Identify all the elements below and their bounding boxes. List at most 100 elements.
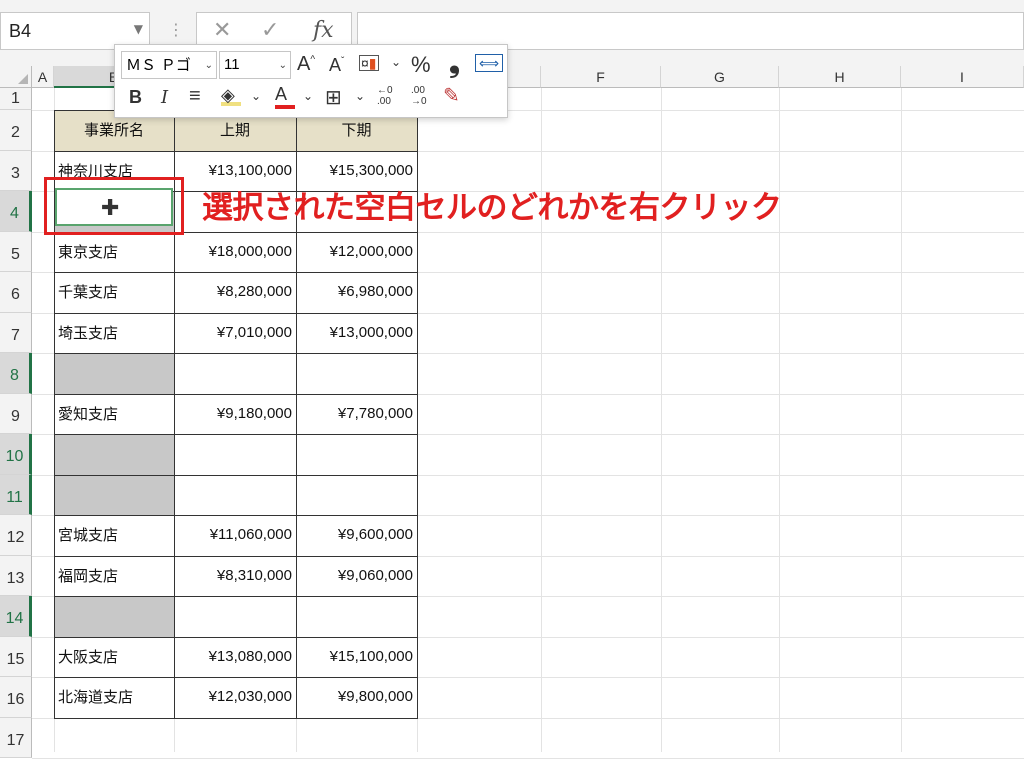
chevron-down-icon[interactable]: ⌄ (251, 89, 261, 103)
table-border (54, 312, 418, 314)
table-border (54, 150, 418, 152)
row-header-2[interactable]: 2 (0, 110, 32, 151)
row-header-5[interactable]: 5 (0, 231, 32, 272)
row-header-11[interactable]: 11 (0, 474, 32, 515)
font-size-dropdown[interactable]: 11 ⌄ (219, 51, 291, 79)
column-header-a[interactable]: A (32, 66, 54, 88)
first-half-cell[interactable]: ¥7,010,000 (174, 313, 296, 354)
font-color-icon[interactable]: A (275, 85, 295, 109)
bold-icon[interactable]: B (129, 87, 142, 108)
row-header-10[interactable]: 10 (0, 434, 32, 475)
column-header-i[interactable]: I (901, 66, 1024, 88)
row-header-13[interactable]: 13 (0, 555, 32, 596)
row-header-8[interactable]: 8 (0, 353, 32, 394)
row-header-16[interactable]: 16 (0, 677, 32, 718)
first-half-cell[interactable]: ¥9,180,000 (174, 394, 296, 435)
accounting-format-icon[interactable]: ¤▮ (359, 55, 379, 71)
percent-style-icon[interactable]: % (411, 52, 431, 78)
table-border (54, 474, 418, 476)
second-half-cell[interactable]: ¥6,980,000 (296, 272, 417, 313)
select-all-button[interactable] (0, 66, 32, 88)
office-name-cell[interactable]: 福岡支店 (54, 556, 174, 597)
name-box-value: B4 (9, 21, 32, 41)
borders-icon[interactable]: ⊞ (325, 85, 342, 110)
office-name-cell[interactable] (54, 596, 174, 637)
chevron-down-icon[interactable]: ⌄ (391, 55, 401, 69)
align-center-icon[interactable]: ≡ (189, 85, 201, 108)
second-half-cell[interactable] (296, 596, 417, 637)
second-half-cell[interactable]: ¥15,100,000 (296, 637, 417, 678)
chevron-down-icon[interactable]: ⌄ (205, 53, 213, 79)
second-half-cell[interactable] (296, 475, 417, 516)
office-name-cell[interactable]: 愛知支店 (54, 394, 174, 435)
table-border (54, 393, 418, 395)
enter-icon[interactable]: ✓ (261, 18, 279, 43)
insert-function-button[interactable]: fx (313, 18, 334, 43)
table-border (54, 636, 418, 638)
office-name-cell[interactable]: 大阪支店 (54, 637, 174, 678)
row-header-6[interactable]: 6 (0, 272, 32, 313)
increase-decimal-icon[interactable]: ←0 .00 (377, 85, 401, 107)
row-header-9[interactable]: 9 (0, 393, 32, 434)
second-half-cell[interactable]: ¥7,780,000 (296, 394, 417, 435)
office-name-cell[interactable]: 宮城支店 (54, 515, 174, 556)
office-name-cell[interactable]: 東京支店 (54, 232, 174, 273)
row-header-4[interactable]: 4 (0, 191, 32, 232)
second-half-cell[interactable]: ¥12,000,000 (296, 232, 417, 273)
second-half-cell[interactable]: ¥9,800,000 (296, 677, 417, 718)
second-half-cell[interactable]: ¥9,600,000 (296, 515, 417, 556)
first-half-cell[interactable]: ¥8,310,000 (174, 556, 296, 597)
row-header-1[interactable]: 1 (0, 88, 32, 110)
grow-font-label: A (297, 53, 311, 75)
merge-center-icon[interactable]: ⟺ (475, 54, 504, 72)
first-half-cell[interactable] (174, 596, 296, 637)
first-half-cell[interactable]: ¥8,280,000 (174, 272, 296, 313)
row-header-3[interactable]: 3 (0, 150, 32, 191)
shrink-font-icon[interactable]: Aˇ (329, 55, 344, 76)
font-color-letter: A (275, 84, 288, 104)
chevron-down-icon[interactable]: ⌄ (303, 89, 313, 103)
column-header-g[interactable]: G (661, 66, 779, 88)
column-header-h[interactable]: H (779, 66, 901, 88)
first-half-cell[interactable]: ¥18,000,000 (174, 232, 296, 273)
callout-highlight-box (44, 177, 184, 235)
table-border (54, 717, 418, 719)
grow-font-icon[interactable]: A^ (297, 53, 315, 76)
drag-handle-icon[interactable]: ⋮ (168, 20, 184, 39)
office-name-cell[interactable] (54, 434, 174, 475)
mini-toolbar: ＭＳ Ｐゴ ⌄ 11 ⌄ A^ Aˇ ¤▮ ⌄ % ❟ ⟺ B I ≡ ◈ ⌄ … (114, 44, 508, 118)
second-half-cell[interactable]: ¥13,000,000 (296, 313, 417, 354)
office-name-cell[interactable] (54, 353, 174, 394)
second-half-cell[interactable] (296, 434, 417, 475)
row-header-12[interactable]: 12 (0, 515, 32, 556)
table-border (54, 434, 418, 435)
font-name-value: ＭＳ Ｐゴ (126, 56, 191, 74)
decrease-decimal-icon[interactable]: .00 →0 (411, 85, 435, 107)
font-size-value: 11 (224, 56, 240, 73)
chevron-down-icon[interactable]: ⌄ (279, 53, 287, 79)
first-half-cell[interactable]: ¥13,080,000 (174, 637, 296, 678)
office-name-cell[interactable]: 埼玉支店 (54, 313, 174, 354)
column-header-f[interactable]: F (541, 66, 661, 88)
cancel-icon[interactable]: ✕ (213, 18, 231, 43)
fill-color-icon[interactable]: ◈ (221, 85, 241, 106)
format-painter-icon[interactable]: ✎ (443, 83, 460, 108)
first-half-cell[interactable]: ¥12,030,000 (174, 677, 296, 718)
office-name-cell[interactable]: 北海道支店 (54, 677, 174, 718)
row-header-14[interactable]: 14 (0, 596, 32, 637)
first-half-cell[interactable] (174, 475, 296, 516)
office-name-cell[interactable]: 千葉支店 (54, 272, 174, 313)
chevron-down-icon[interactable]: ⌄ (355, 89, 365, 103)
first-half-cell[interactable] (174, 353, 296, 394)
row-header-7[interactable]: 7 (0, 312, 32, 353)
office-name-cell[interactable] (54, 474, 174, 515)
second-half-cell[interactable]: ¥9,060,000 (296, 556, 417, 597)
first-half-cell[interactable] (174, 434, 296, 475)
italic-icon[interactable]: I (161, 87, 168, 108)
first-half-cell[interactable]: ¥11,060,000 (174, 515, 296, 556)
comma-style-icon[interactable]: ❟ (449, 47, 460, 80)
chevron-down-icon[interactable]: ▼ (134, 22, 143, 36)
second-half-cell[interactable] (296, 353, 417, 394)
font-name-dropdown[interactable]: ＭＳ Ｐゴ ⌄ (121, 51, 217, 79)
row-header-15[interactable]: 15 (0, 636, 32, 677)
